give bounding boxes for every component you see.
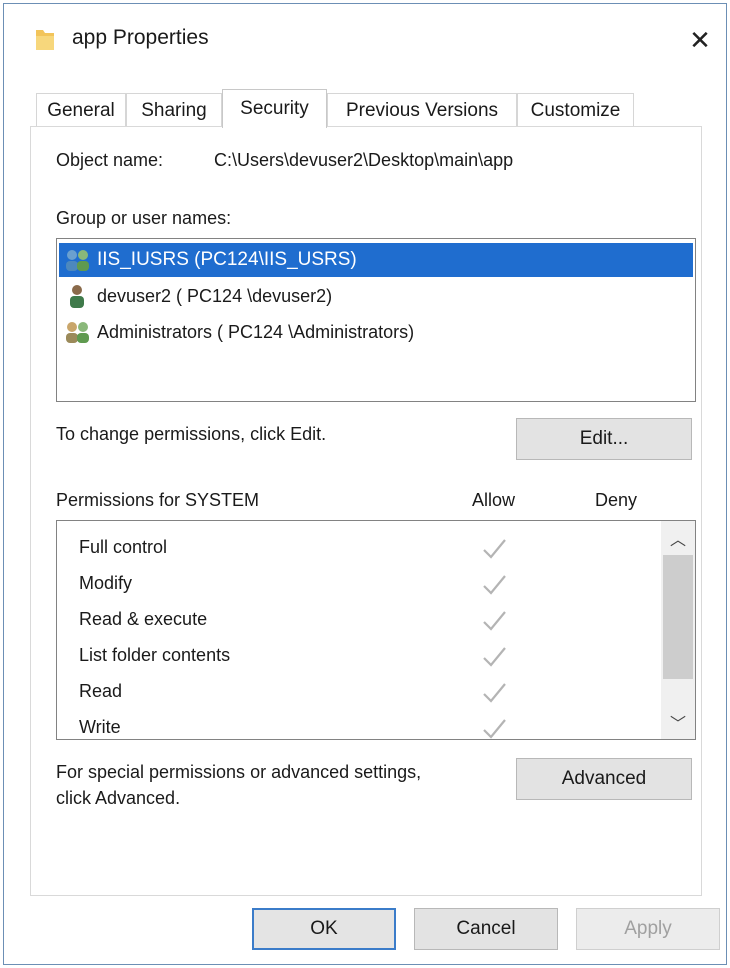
close-icon: ✕ <box>689 24 711 55</box>
group-users-label: Group or user names: <box>56 208 232 228</box>
permission-name: Read & execute <box>79 609 208 629</box>
allow-checkmark-icon <box>483 647 506 667</box>
object-name-value: C:\Users\devuser2\Desktop\main\app <box>214 150 514 170</box>
permissions-for-label: Permissions for SYSTEM <box>56 490 260 510</box>
permission-row-write: Write <box>57 711 661 739</box>
user-item-label: Administrators ( PC124 \Administrators) <box>97 321 415 342</box>
tab-customize[interactable]: Customize <box>517 93 634 127</box>
permission-row-full-control: Full control <box>57 531 661 567</box>
edit-button[interactable]: Edit... <box>516 418 692 460</box>
cancel-button[interactable]: Cancel <box>414 908 558 950</box>
permission-name: Read <box>79 681 123 701</box>
permission-row-read-execute: Read & execute <box>57 603 661 639</box>
user-list[interactable]: IIS_IUSRS (PC124\IIS_USRS) devuser2 ( PC… <box>56 238 696 402</box>
user-item-label: IIS_IUSRS (PC124\IIS_USRS) <box>97 249 357 270</box>
tab-general[interactable]: General <box>36 93 126 127</box>
user-item-label: devuser2 ( PC124 \devuser2) <box>97 285 333 306</box>
permission-name: List folder contents <box>79 645 231 665</box>
tab-previous-versions[interactable]: Previous Versions <box>327 93 517 127</box>
close-button[interactable]: ✕ <box>678 18 722 62</box>
object-name-label: Object name: <box>56 150 164 170</box>
permission-row-list-folder-contents: List folder contents <box>57 639 661 675</box>
group-users-icon <box>66 322 89 343</box>
permission-name: Write <box>79 717 121 737</box>
ok-button[interactable]: OK <box>252 908 396 950</box>
scrollbar-thumb[interactable] <box>663 555 693 679</box>
allow-checkmark-icon <box>483 539 506 559</box>
scroll-up-button[interactable]: ︿ <box>661 521 695 555</box>
folder-icon <box>36 30 54 50</box>
tab-sharing[interactable]: Sharing <box>126 93 222 127</box>
user-item-administrators[interactable]: Administrators ( PC124 \Administrators) <box>59 315 693 349</box>
change-permissions-hint: To change permissions, click Edit. <box>56 424 327 444</box>
permission-row-modify: Modify <box>57 567 661 603</box>
tab-strip: General Sharing Security Previous Versio… <box>36 89 696 128</box>
permissions-scrollbar[interactable]: ︿ ﹀ <box>661 521 695 739</box>
apply-button: Apply <box>576 908 720 950</box>
permission-row-read: Read <box>57 675 661 711</box>
properties-dialog: app Properties ✕ General Sharing Securit… <box>3 3 727 965</box>
permission-name: Modify <box>79 573 133 593</box>
scroll-down-button[interactable]: ﹀ <box>661 705 695 739</box>
user-item-iis-iusrs[interactable]: IIS_IUSRS (PC124\IIS_USRS) <box>59 243 693 277</box>
group-users-icon <box>66 250 89 271</box>
allow-checkmark-icon <box>483 683 506 703</box>
advanced-hint-line2: click Advanced. <box>56 788 181 808</box>
allow-checkmark-icon <box>483 575 506 595</box>
user-icon <box>70 285 84 308</box>
allow-checkmark-icon <box>483 719 506 739</box>
allow-column-header: Allow <box>472 490 516 510</box>
allow-checkmark-icon <box>483 611 506 631</box>
window-title: app Properties <box>72 26 209 49</box>
tab-security[interactable]: Security <box>222 89 327 128</box>
advanced-button[interactable]: Advanced <box>516 758 692 800</box>
user-item-devuser2[interactable]: devuser2 ( PC124 \devuser2) <box>59 279 693 313</box>
title-bar: app Properties ✕ <box>4 4 726 74</box>
permissions-list[interactable]: Full control Modify Read & execute List … <box>56 520 696 740</box>
chevron-up-icon: ︿ <box>669 532 686 549</box>
chevron-down-icon: ﹀ <box>669 716 686 733</box>
advanced-hint-line1: For special permissions or advanced sett… <box>56 762 422 782</box>
permission-name: Full control <box>79 537 168 557</box>
deny-column-header: Deny <box>595 490 638 510</box>
